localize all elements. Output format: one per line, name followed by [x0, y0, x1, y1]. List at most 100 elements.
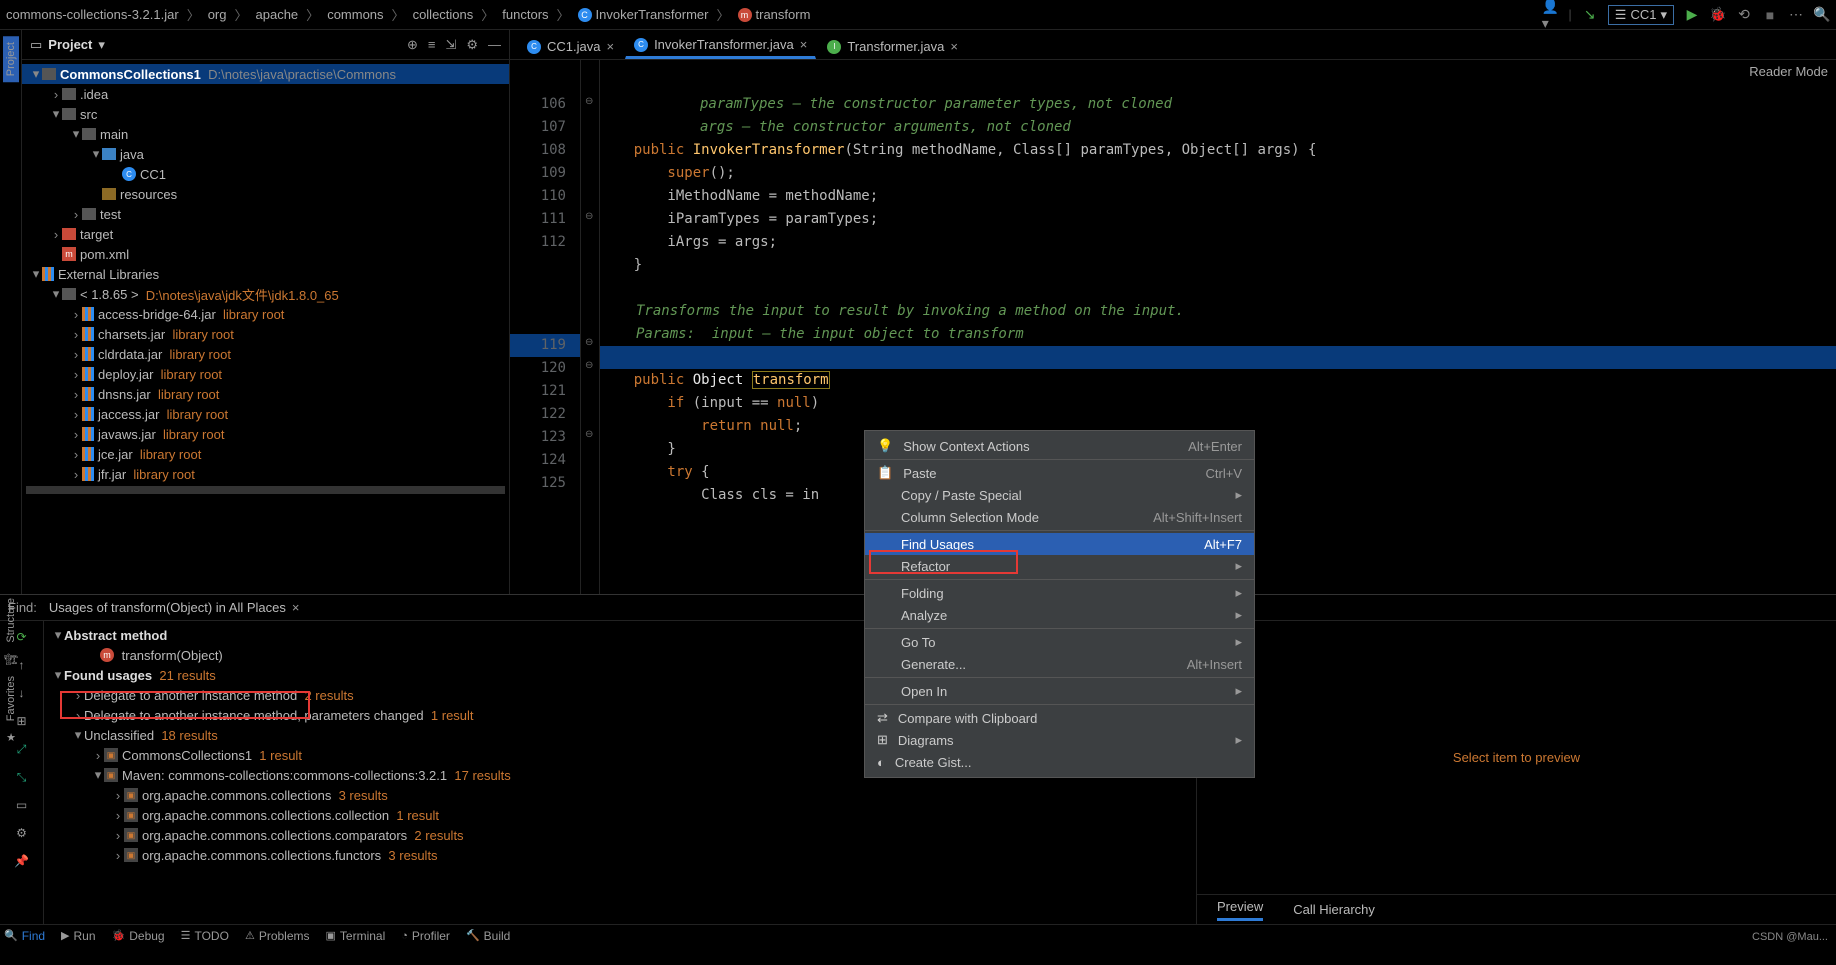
fold-icon[interactable]: ⊖	[585, 429, 593, 440]
ctx-goto[interactable]: Go To▸	[865, 631, 1254, 653]
ctx-open-in[interactable]: Open In▸	[865, 680, 1254, 702]
favorites-tool-button[interactable]: Favorites	[4, 672, 18, 725]
run-icon[interactable]: ▶	[1684, 7, 1700, 23]
ctx-copy-special[interactable]: Copy / Paste Special▸	[865, 484, 1254, 506]
editor-tab[interactable]: CInvokerTransformer.java×	[625, 32, 816, 59]
stop-icon[interactable]: ■	[1762, 7, 1778, 23]
fold-icon[interactable]: ⊖	[585, 211, 593, 222]
close-icon[interactable]: ×	[800, 37, 808, 52]
left-tool-strip: Structure 🏗 Favorites ★	[0, 594, 22, 744]
sb-profiler[interactable]: ◔Profiler	[401, 929, 450, 943]
project-tool-button[interactable]: Project	[3, 36, 19, 82]
ctx-show-actions[interactable]: 💡Show Context ActionsAlt+Enter	[865, 435, 1254, 457]
tree-item[interactable]: ›jaccess.jar library root	[22, 404, 509, 424]
tree-item[interactable]: ›.idea	[22, 84, 509, 104]
crumb[interactable]: CInvokerTransformer	[578, 7, 709, 23]
ctx-paste[interactable]: 📋PasteCtrl+V	[865, 462, 1254, 484]
call-hierarchy-tab[interactable]: Call Hierarchy	[1293, 902, 1375, 917]
crumb[interactable]: apache	[256, 7, 299, 22]
ctx-diagrams[interactable]: ⊞Diagrams▸	[865, 729, 1254, 751]
tree-item[interactable]: resources	[22, 184, 509, 204]
tree-item[interactable]: ▾main	[22, 124, 509, 144]
close-icon[interactable]: ×	[606, 39, 614, 54]
project-view-icon[interactable]: ▭	[30, 37, 42, 53]
package-icon: ▣	[124, 828, 138, 842]
collapse-icon[interactable]: ⤡	[12, 767, 32, 787]
project-title[interactable]: Project	[48, 37, 92, 52]
tree-item[interactable]: ▾src	[22, 104, 509, 124]
back-arrow-icon[interactable]: ↘	[1582, 7, 1598, 23]
ctx-generate[interactable]: Generate...Alt+Insert	[865, 653, 1254, 675]
ctx-gist[interactable]: ◐Create Gist...	[865, 751, 1254, 773]
debug-icon[interactable]: 🐞	[1710, 7, 1726, 23]
run-config-selector[interactable]: ☰ CC1 ▾	[1608, 5, 1674, 25]
fold-icon[interactable]: ⊖	[585, 337, 593, 348]
crumb[interactable]: functors	[502, 7, 548, 22]
jar-icon	[82, 327, 94, 341]
tree-item[interactable]: ›cldrdata.jar library root	[22, 344, 509, 364]
ctx-analyze[interactable]: Analyze▸	[865, 604, 1254, 626]
editor-tab[interactable]: CCC1.java×	[518, 34, 623, 59]
close-icon[interactable]: ×	[292, 600, 300, 615]
tree-item[interactable]: ›javaws.jar library root	[22, 424, 509, 444]
more-icon[interactable]: ⋯	[1788, 7, 1804, 23]
usage-node[interactable]: ›▣org.apache.commons.collections.compara…	[44, 825, 1196, 845]
expand-icon[interactable]: ⇲	[445, 37, 456, 53]
sb-todo[interactable]: ☰TODO	[181, 929, 229, 943]
sb-build[interactable]: 🔨Build	[466, 929, 510, 943]
usage-node[interactable]: ›▣org.apache.commons.collections 3 resul…	[44, 785, 1196, 805]
sb-problems[interactable]: ⚠Problems	[245, 929, 310, 943]
ctx-compare[interactable]: ⇄Compare with Clipboard	[865, 707, 1254, 729]
structure-tool-button[interactable]: Structure	[4, 594, 18, 647]
dropdown-icon[interactable]: ▾	[98, 37, 105, 53]
editor-tab[interactable]: ITransformer.java×	[818, 34, 967, 59]
sb-find[interactable]: 🔍Find	[4, 929, 45, 943]
fold-column[interactable]: ⊖ ⊖ ⊖ ⊖ ⊖	[580, 60, 600, 594]
horizontal-scrollbar[interactable]	[26, 486, 505, 494]
preview-icon[interactable]: ▭	[12, 795, 32, 815]
ctx-folding[interactable]: Folding▸	[865, 582, 1254, 604]
tree-item[interactable]: ›jce.jar library root	[22, 444, 509, 464]
sb-debug[interactable]: 🐞Debug	[112, 929, 165, 943]
tree-item[interactable]: ▾External Libraries	[22, 264, 509, 284]
usage-node[interactable]: ›▣org.apache.commons.collections.collect…	[44, 805, 1196, 825]
crumb[interactable]: mtransform	[738, 7, 811, 23]
crumb[interactable]: org	[208, 7, 227, 22]
tree-item[interactable]: ›deploy.jar library root	[22, 364, 509, 384]
fold-icon[interactable]: ⊖	[585, 360, 593, 371]
usage-node[interactable]: ›▣org.apache.commons.collections.functor…	[44, 845, 1196, 865]
tree-item[interactable]: ▾java	[22, 144, 509, 164]
sb-terminal[interactable]: ▣Terminal	[326, 929, 386, 943]
tree-root[interactable]: ▾CommonsCollections1 D:\notes\java\pract…	[22, 64, 509, 84]
package-icon: ▣	[124, 848, 138, 862]
project-header: ▭ Project ▾ ⊕ ≡ ⇲ ⚙ —	[22, 30, 509, 60]
sort-icon[interactable]: ≡	[428, 37, 436, 53]
tree-item[interactable]: ›test	[22, 204, 509, 224]
search-icon[interactable]: 🔍	[1814, 7, 1830, 23]
coverage-icon[interactable]: ⟲	[1736, 7, 1752, 23]
ctx-column-mode[interactable]: Column Selection ModeAlt+Shift+Insert	[865, 506, 1254, 528]
tree-item[interactable]: mpom.xml	[22, 244, 509, 264]
hide-icon[interactable]: —	[488, 37, 501, 53]
tree-item[interactable]: ›jfr.jar library root	[22, 464, 509, 484]
tree-item[interactable]: ▾< 1.8.65 > D:\notes\java\jdk文件\jdk1.8.0…	[22, 284, 509, 304]
project-tree[interactable]: ▾CommonsCollections1 D:\notes\java\pract…	[22, 60, 509, 594]
target-icon[interactable]: ⊕	[407, 37, 418, 53]
crumb[interactable]: commons-collections-3.2.1.jar	[6, 7, 179, 22]
reader-mode-label[interactable]: Reader Mode	[1749, 64, 1828, 79]
crumb[interactable]: commons	[327, 7, 383, 22]
crumb[interactable]: collections	[413, 7, 474, 22]
gear-icon[interactable]: ⚙	[466, 37, 478, 53]
sb-run[interactable]: ▶Run	[61, 929, 95, 943]
preview-tab[interactable]: Preview	[1217, 899, 1263, 921]
tree-item[interactable]: ›charsets.jar library root	[22, 324, 509, 344]
tree-item[interactable]: ›dnsns.jar library root	[22, 384, 509, 404]
tree-item[interactable]: ›target	[22, 224, 509, 244]
tree-item[interactable]: CCC1	[22, 164, 509, 184]
user-add-icon[interactable]: 👤▾	[1542, 7, 1558, 23]
fold-icon[interactable]: ⊖	[585, 96, 593, 107]
pin-icon[interactable]: 📌	[12, 851, 32, 871]
close-icon[interactable]: ×	[950, 39, 958, 54]
tree-item[interactable]: ›access-bridge-64.jar library root	[22, 304, 509, 324]
gear-icon[interactable]: ⚙	[12, 823, 32, 843]
